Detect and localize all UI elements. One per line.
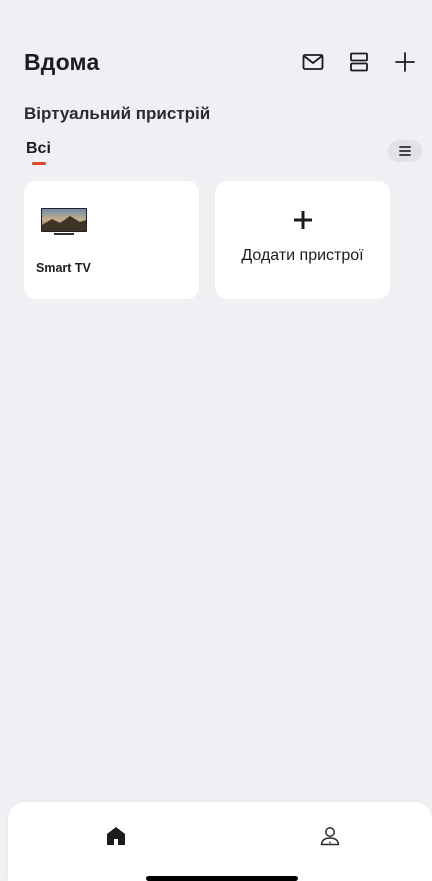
header-actions xyxy=(300,49,418,75)
device-name: Smart TV xyxy=(36,261,91,275)
device-card-smart-tv[interactable]: Smart TV xyxy=(24,181,199,299)
bottom-nav xyxy=(8,802,432,881)
home-icon xyxy=(107,827,125,845)
layout-icon xyxy=(350,52,368,72)
scene-layout-button[interactable] xyxy=(346,49,372,75)
nav-profile[interactable] xyxy=(310,816,350,856)
tv-thumbnail-icon xyxy=(41,208,87,235)
add-device-label: Додати пристрої xyxy=(241,247,364,264)
messages-button[interactable] xyxy=(300,49,326,75)
plus-icon xyxy=(293,211,312,229)
app-screen: Вдома Віртуальний пристрій Всі Smart TV … xyxy=(8,8,432,881)
add-device-card[interactable]: Додати пристрої xyxy=(215,181,390,299)
add-button[interactable] xyxy=(392,49,418,75)
nav-home[interactable] xyxy=(96,816,136,856)
list-view-toggle[interactable] xyxy=(388,140,422,162)
group-title: Віртуальний пристрій xyxy=(24,104,211,123)
tab-all[interactable]: Всі xyxy=(26,140,51,158)
home-indicator xyxy=(146,876,298,881)
profile-icon xyxy=(320,827,340,846)
active-tab-indicator xyxy=(32,162,46,165)
menu-icon xyxy=(399,146,411,156)
room-tabs: Всі xyxy=(24,136,422,166)
header: Вдома xyxy=(24,42,418,82)
add-device-plus xyxy=(215,209,390,236)
mail-icon xyxy=(302,54,324,70)
device-grid: Smart TV Додати пристрої xyxy=(24,181,390,299)
plus-icon xyxy=(395,52,415,72)
page-title: Вдома xyxy=(24,48,100,75)
